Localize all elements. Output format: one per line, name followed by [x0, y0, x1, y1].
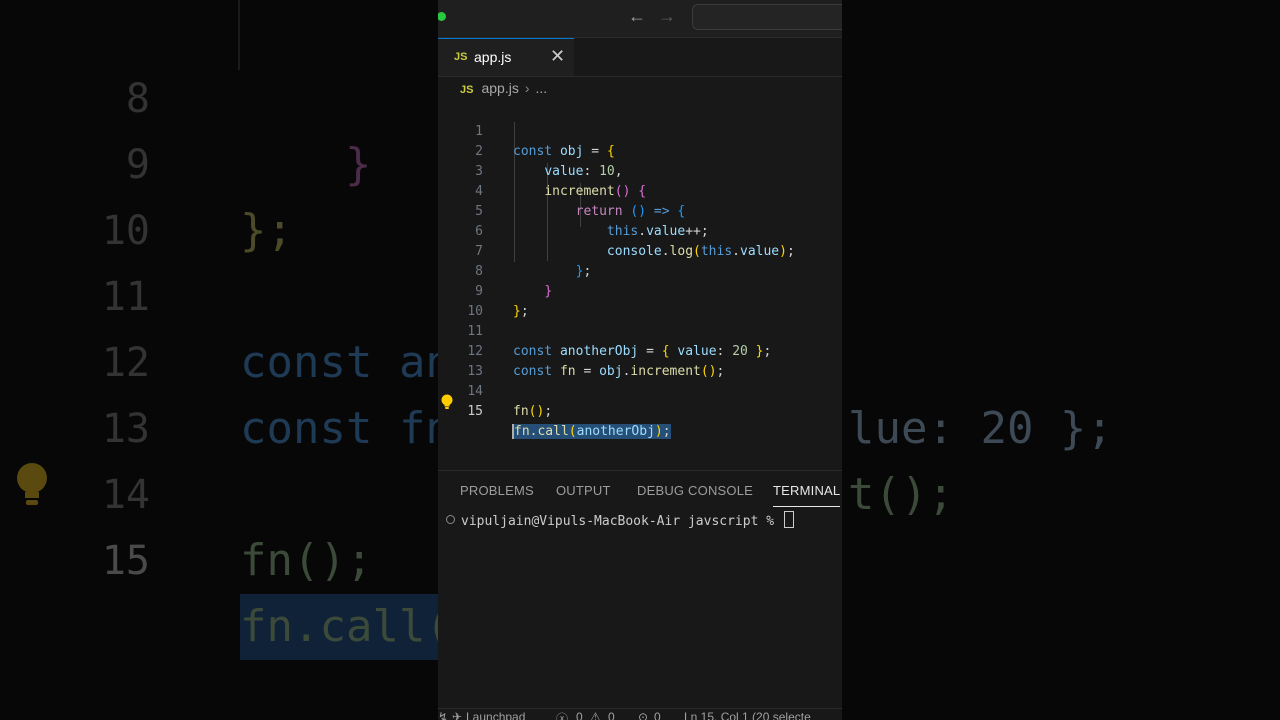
bg-code-fragment: t();: [848, 469, 954, 520]
code-line: 2 value: 10,: [438, 122, 842, 179]
breadcrumb-file[interactable]: app.js: [481, 80, 518, 96]
chevron-right-icon: ›: [524, 80, 530, 96]
breadcrumb-more[interactable]: ...: [536, 80, 548, 96]
ports-icon: ⊙: [638, 710, 649, 720]
error-icon: ⓧ: [556, 712, 569, 720]
breadcrumb: JS app.js ›...: [460, 80, 547, 100]
tab-debug-console[interactable]: DEBUG CONSOLE: [637, 483, 753, 498]
code-line: 11 const anotherObj = { value: 20 };: [438, 302, 842, 359]
code-line: 12 const fn = obj.increment();: [438, 322, 842, 379]
code-line: 6 console.log(this.value);: [438, 202, 842, 259]
panel-tabs: PROBLEMS OUTPUT DEBUG CONSOLE TERMINAL: [438, 471, 842, 509]
rocket-icon: ✈: [452, 710, 463, 720]
code-line: 14 fn();: [438, 362, 842, 419]
command-status-icon: [446, 515, 455, 524]
code-line: 13: [438, 342, 842, 379]
code-editor[interactable]: 1 const obj = { 2 value: 10, 3 increment…: [438, 102, 842, 439]
code-line: 7 };: [438, 222, 842, 279]
bg-code-fragment: const an: [240, 337, 452, 388]
window-control-dot[interactable]: [438, 12, 446, 21]
indent-guide: [238, 0, 240, 70]
cursor-position[interactable]: Ln 15, Col 1 (20 selecte: [684, 710, 811, 720]
bg-code-fragment: lue: 20 };: [848, 403, 1113, 454]
code-line: 10: [438, 282, 842, 319]
code-line: 8 }: [438, 242, 842, 299]
editor-tab-strip: JS app.js ✕: [438, 38, 842, 77]
ports-count[interactable]: 0: [654, 710, 661, 720]
command-center-search[interactable]: [692, 4, 842, 30]
warning-count[interactable]: 0: [608, 710, 615, 720]
bg-code-fragment: fn();: [240, 535, 373, 586]
bg-code-fragment: const fn: [240, 403, 452, 454]
tab-terminal[interactable]: TERMINAL: [773, 483, 841, 507]
terminal-cursor: [783, 511, 794, 528]
code-line: 1 const obj = {: [438, 102, 842, 159]
bg-code-fragment: }: [345, 139, 372, 190]
code-line: 4 return () => {: [438, 162, 842, 219]
arrow-left-icon[interactable]: ←: [628, 6, 646, 27]
remote-icon[interactable]: ↯: [438, 710, 448, 720]
tab-label: app.js: [474, 49, 512, 65]
lightbulb-icon: [17, 463, 47, 505]
status-bar: ↯ ✈ Launchpad ⓧ 0 ⚠ 0 ⊙ 0 Ln 15, Col 1 (…: [438, 708, 842, 720]
launchpad-item[interactable]: Launchpad: [466, 710, 525, 720]
warning-icon: ⚠: [590, 710, 601, 720]
terminal[interactable]: vipuljain@Vipuls-MacBook-Air javscript %: [446, 511, 794, 529]
lightbulb-icon[interactable]: [440, 394, 454, 410]
javascript-file-icon: JS: [454, 51, 468, 63]
code-line: 5 this.value++;: [438, 182, 842, 239]
title-bar: ← →: [438, 0, 842, 38]
bottom-panel: PROBLEMS OUTPUT DEBUG CONSOLE TERMINAL v…: [438, 470, 842, 720]
vscode-window: ← → JS app.js ✕ JS app.js ›... 1 const obj…: [438, 0, 842, 720]
code-line: 3 increment() {: [438, 142, 842, 199]
tab-output[interactable]: OUTPUT: [556, 483, 611, 498]
code-text: fn();: [513, 404, 553, 419]
error-count[interactable]: 0: [576, 710, 583, 720]
tab-problems[interactable]: PROBLEMS: [460, 483, 534, 498]
javascript-file-icon: JS: [460, 84, 474, 96]
bg-code-fragment: };: [240, 205, 293, 256]
code-line: 9 };: [438, 262, 842, 319]
code-line: 15 fn.call(anotherObj);: [438, 382, 842, 439]
terminal-prompt: vipuljain@Vipuls-MacBook-Air javscript %: [461, 514, 782, 529]
arrow-right-icon[interactable]: →: [658, 6, 676, 27]
bg-code-fragment: fn.call(: [240, 594, 452, 660]
selected-code-text: fn.call(anotherObj);: [512, 424, 671, 439]
close-icon[interactable]: ✕: [550, 46, 565, 67]
bg-line-number: 15: [101, 538, 150, 584]
tab-app-js[interactable]: JS app.js ✕: [438, 38, 574, 76]
